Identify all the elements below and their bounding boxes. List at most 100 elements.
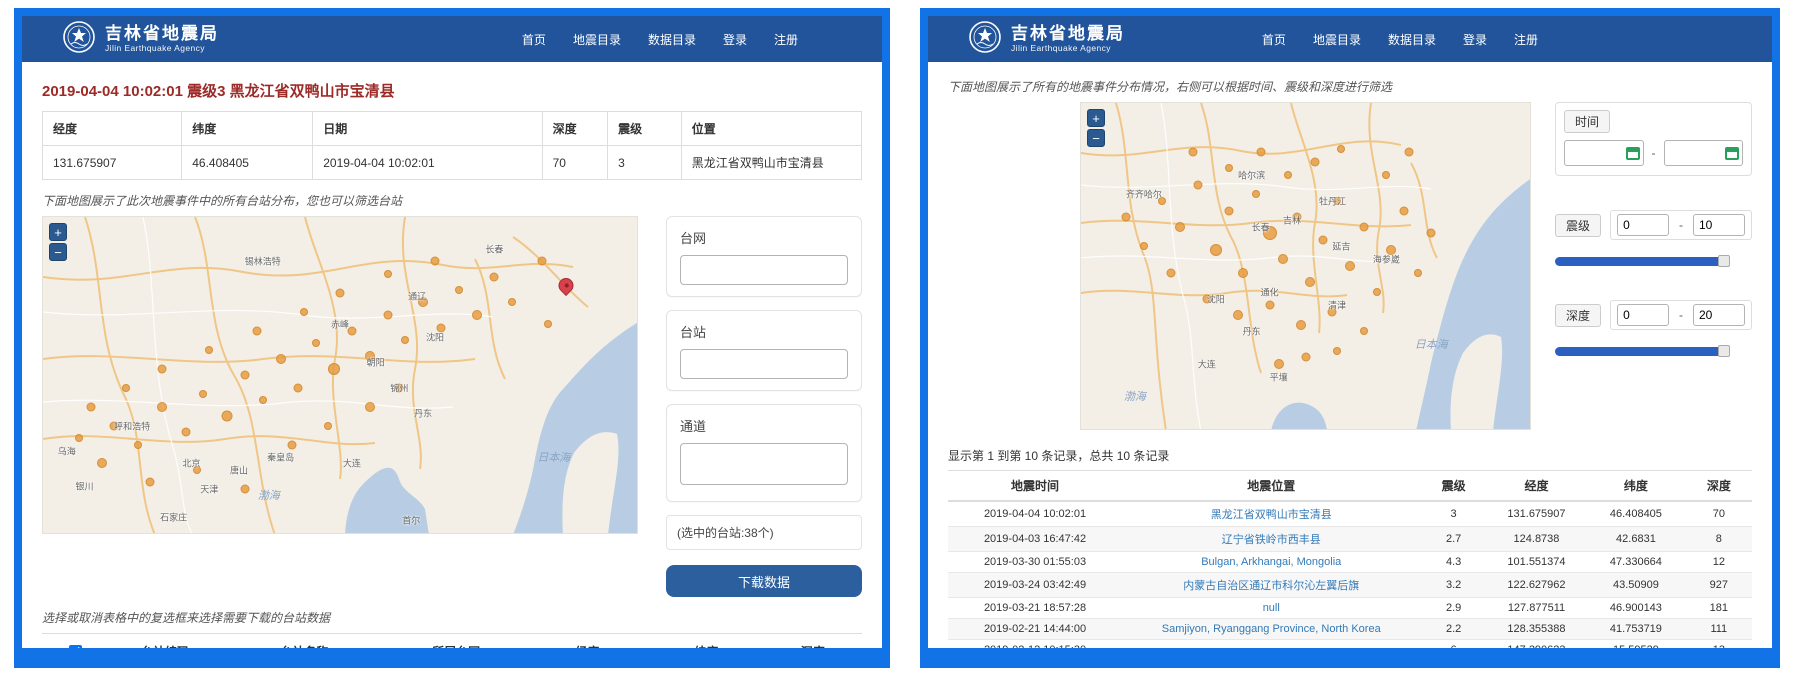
station-marker[interactable] xyxy=(1252,190,1260,198)
station-marker[interactable] xyxy=(431,257,440,266)
station-marker[interactable] xyxy=(328,363,340,375)
station-marker[interactable] xyxy=(1140,242,1148,250)
station-marker[interactable] xyxy=(1360,327,1368,335)
date-to-input[interactable] xyxy=(1664,140,1743,166)
station-map[interactable]: + − 锡林浩特通辽长春沈阳赤峰朝阳锦州北京天津石家庄唐山秦皇岛大连丹东银川乌海… xyxy=(42,216,638,534)
zoom-in-button[interactable]: + xyxy=(49,223,67,241)
station-marker[interactable] xyxy=(205,346,213,354)
station-marker[interactable] xyxy=(86,402,95,411)
nav-item-1[interactable]: 地震目录 xyxy=(1313,31,1361,48)
station-marker[interactable] xyxy=(1296,320,1306,330)
station-marker[interactable] xyxy=(1274,359,1284,369)
station-marker[interactable] xyxy=(1359,222,1368,231)
station-marker[interactable] xyxy=(134,441,142,449)
station-marker[interactable] xyxy=(1175,222,1185,232)
station-marker[interactable] xyxy=(240,484,249,493)
nav-item-2[interactable]: 数据目录 xyxy=(648,31,696,48)
station-marker[interactable] xyxy=(1238,268,1248,278)
nav-item-4[interactable]: 注册 xyxy=(774,31,798,48)
channel-input[interactable] xyxy=(680,443,848,485)
station-marker[interactable] xyxy=(1225,164,1233,172)
station-marker[interactable] xyxy=(544,320,552,328)
station-marker[interactable] xyxy=(335,288,344,297)
station-marker[interactable] xyxy=(472,310,482,320)
nav-item-0[interactable]: 首页 xyxy=(522,31,546,48)
nav-item-3[interactable]: 登录 xyxy=(1463,31,1487,48)
zoom-out-button[interactable]: − xyxy=(1087,129,1105,147)
station-marker[interactable] xyxy=(1333,347,1341,355)
download-data-button[interactable]: 下载数据 xyxy=(666,565,862,597)
slider-handle[interactable] xyxy=(1718,345,1730,357)
station-marker[interactable] xyxy=(222,411,233,422)
quake-location-link[interactable]: 辽宁省铁岭市西丰县 xyxy=(1222,534,1321,546)
station-marker[interactable] xyxy=(300,308,308,316)
station-marker[interactable] xyxy=(1189,147,1198,156)
station-marker[interactable] xyxy=(455,286,463,294)
station-marker[interactable] xyxy=(1166,268,1175,277)
station-marker[interactable] xyxy=(97,458,107,468)
station-marker[interactable] xyxy=(401,336,409,344)
magnitude-min-input[interactable] xyxy=(1617,214,1669,236)
select-all-checkbox[interactable] xyxy=(69,645,82,658)
magnitude-max-input[interactable] xyxy=(1693,214,1745,236)
station-marker[interactable] xyxy=(1373,288,1381,296)
station-marker[interactable] xyxy=(1278,254,1288,264)
station-marker[interactable] xyxy=(312,339,320,347)
station-marker[interactable] xyxy=(157,364,166,373)
station-marker[interactable] xyxy=(252,326,261,335)
station-marker[interactable] xyxy=(1210,244,1222,256)
station-marker[interactable] xyxy=(1265,301,1274,310)
station-marker[interactable] xyxy=(383,310,392,319)
nav-item-3[interactable]: 登录 xyxy=(723,31,747,48)
station-marker[interactable] xyxy=(145,478,154,487)
quake-location-link[interactable]: null xyxy=(1263,602,1280,614)
depth-slider[interactable] xyxy=(1555,347,1728,356)
station-marker[interactable] xyxy=(384,270,392,278)
station-marker[interactable] xyxy=(294,383,303,392)
station-marker[interactable] xyxy=(288,440,297,449)
station-marker[interactable] xyxy=(1427,229,1436,238)
quake-location-link[interactable]: 内蒙古自治区通辽市科尔沁左翼后旗 xyxy=(1183,580,1359,592)
calendar-icon[interactable] xyxy=(1725,147,1739,160)
station-marker[interactable] xyxy=(1319,235,1328,244)
station-marker[interactable] xyxy=(75,434,83,442)
calendar-icon[interactable] xyxy=(1626,147,1640,160)
earthquake-map[interactable]: + − 齐齐哈尔哈尔滨长春吉林牡丹江延吉沈阳通化丹东大连海参崴清津平壤日本海渤海 xyxy=(1080,102,1531,430)
station-marker[interactable] xyxy=(1301,353,1310,362)
date-from-input[interactable] xyxy=(1564,140,1643,166)
station-marker[interactable] xyxy=(259,396,267,404)
station-marker[interactable] xyxy=(276,354,286,364)
nav-item-0[interactable]: 首页 xyxy=(1262,31,1286,48)
depth-min-input[interactable] xyxy=(1617,304,1669,326)
zoom-out-button[interactable]: − xyxy=(49,243,67,261)
station-marker[interactable] xyxy=(1284,171,1292,179)
network-input[interactable] xyxy=(680,255,848,285)
nav-item-2[interactable]: 数据目录 xyxy=(1388,31,1436,48)
station-marker[interactable] xyxy=(157,402,167,412)
quake-location-link[interactable]: 黑龙江省双鸭山市宝清县 xyxy=(1211,509,1332,521)
station-marker[interactable] xyxy=(199,390,207,398)
zoom-in-button[interactable]: + xyxy=(1087,109,1105,127)
station-marker[interactable] xyxy=(365,402,375,412)
station-marker[interactable] xyxy=(1193,180,1202,189)
station-marker[interactable] xyxy=(1414,269,1422,277)
station-marker[interactable] xyxy=(1305,277,1315,287)
station-marker[interactable] xyxy=(508,298,516,306)
station-marker[interactable] xyxy=(1310,157,1319,166)
station-marker[interactable] xyxy=(324,422,332,430)
quake-location-link[interactable]: Bulgan, Arkhangai, Mongolia xyxy=(1201,556,1341,568)
nav-item-4[interactable]: 注册 xyxy=(1514,31,1538,48)
depth-max-input[interactable] xyxy=(1693,304,1745,326)
station-marker[interactable] xyxy=(181,427,190,436)
station-marker[interactable] xyxy=(1233,310,1243,320)
station-marker[interactable] xyxy=(1400,206,1409,215)
station-marker[interactable] xyxy=(1225,206,1234,215)
station-marker[interactable] xyxy=(122,384,130,392)
station-marker[interactable] xyxy=(1382,171,1390,179)
station-marker[interactable] xyxy=(1404,147,1413,156)
quake-location-link[interactable]: null xyxy=(1263,665,1280,668)
station-marker[interactable] xyxy=(1256,147,1265,156)
station-marker[interactable] xyxy=(240,371,249,380)
station-marker[interactable] xyxy=(1345,261,1355,271)
magnitude-slider[interactable] xyxy=(1555,257,1728,266)
